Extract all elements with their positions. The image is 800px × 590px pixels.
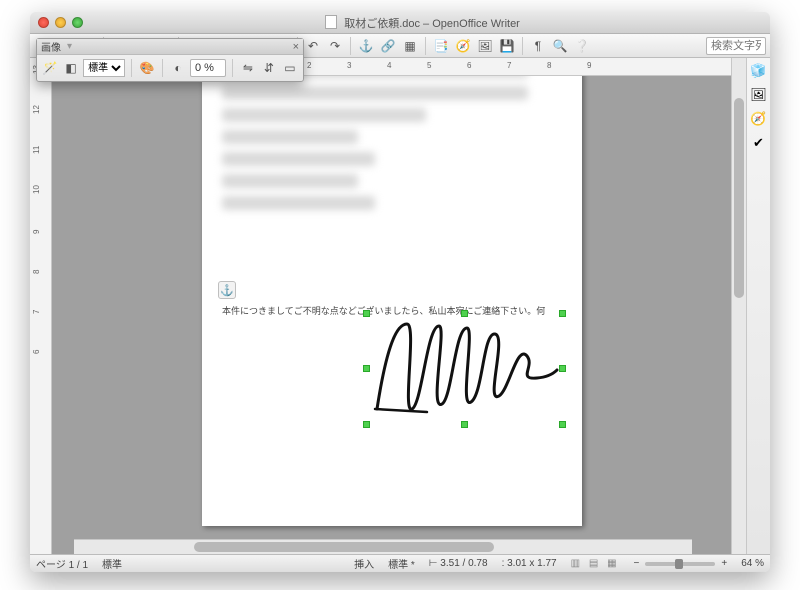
status-insert[interactable]: 挿入 [354, 556, 374, 571]
image-toolbar-title[interactable]: 画像 ▾ × [37, 39, 303, 55]
color-button[interactable]: 🎨 [138, 58, 156, 78]
status-zoom[interactable]: 64 % [741, 558, 764, 569]
status-coords1: ⊢ 3.51 / 0.78 [429, 558, 488, 569]
image-toolbar[interactable]: 画像 ▾ × 🪄 ◧ 標準 🎨 ◐ ⇋ ⇵ ▭ [36, 38, 304, 82]
styles-button[interactable]: 📑 [431, 36, 451, 56]
image-style-select[interactable]: 標準 [83, 59, 125, 77]
image-toolbar-row: 🪄 ◧ 標準 🎨 ◐ ⇋ ⇵ ▭ [37, 55, 303, 81]
page[interactable]: ⚓ 本件につきましてご不明な点などございましたら、私山本宛にご連絡下さい。何 [202, 76, 582, 526]
transparency-icon: ◐ [169, 58, 187, 78]
window-title-text: 取材ご依頼.doc – OpenOffice Writer [344, 18, 520, 30]
table-button[interactable]: ▦ [400, 36, 420, 56]
resize-handle[interactable] [559, 310, 566, 317]
transparency-input[interactable] [190, 59, 226, 77]
anchor-button[interactable]: ⚓ [356, 36, 376, 56]
vertical-ruler[interactable]: 13 12 11 10 9 8 7 6 [30, 58, 52, 554]
sidebar-check-icon[interactable]: ✔ [750, 134, 768, 152]
signature-graphic [367, 314, 562, 424]
resize-handle[interactable] [461, 310, 468, 317]
workarea: 13 12 11 10 9 8 7 6 2 1 1 2 3 4 5 6 7 8 … [30, 58, 770, 554]
resize-handle[interactable] [559, 421, 566, 428]
navigator-button[interactable]: 🧭 [453, 36, 473, 56]
help-button[interactable]: ❔ [572, 36, 592, 56]
hyperlink-button[interactable]: 🔗 [378, 36, 398, 56]
gallery-button[interactable]: 🖼 [475, 36, 495, 56]
zoom-icon[interactable] [72, 17, 83, 28]
status-coords2: : 3.01 x 1.77 [502, 558, 557, 569]
flip-v-button[interactable]: ⇵ [260, 58, 278, 78]
image-filter-button[interactable]: 🪄 [41, 58, 59, 78]
document-canvas[interactable]: ⚓ 本件につきましてご不明な点などございましたら、私山本宛にご連絡下さい。何 [52, 76, 731, 554]
datasources-button[interactable]: 💾 [497, 36, 517, 56]
sidebar-navigator-icon[interactable]: 🧭 [750, 110, 768, 128]
view-mode-icons[interactable]: ▥ ▤ ▦ [571, 558, 620, 569]
nonprinting-button[interactable]: ¶ [528, 36, 548, 56]
status-bar: ページ 1 / 1 標準 挿入 標準 * ⊢ 3.51 / 0.78 : 3.0… [30, 554, 770, 572]
close-icon[interactable] [38, 17, 49, 28]
app-window: 取材ご依頼.doc – OpenOffice Writer 📄 📂 💾 ✉️ 📕… [30, 12, 770, 572]
image-toolbar-title-text: 画像 [41, 39, 61, 54]
scroll-thumb[interactable] [194, 542, 494, 552]
anchor-icon[interactable]: ⚓ [218, 281, 236, 299]
resize-handle[interactable] [559, 365, 566, 372]
zoom-slider[interactable]: −+ [634, 558, 728, 569]
frame-props-button[interactable]: ▭ [281, 58, 299, 78]
document-icon [325, 15, 337, 29]
traffic-lights [38, 17, 83, 28]
status-style[interactable]: 標準 [102, 556, 122, 571]
close-icon[interactable]: × [293, 41, 299, 53]
minimize-icon[interactable] [55, 17, 66, 28]
blurred-content [222, 76, 562, 246]
sidebar-cube-icon[interactable]: 🧊 [750, 62, 768, 80]
grip-icon: ▾ [67, 41, 70, 52]
resize-handle[interactable] [461, 421, 468, 428]
resize-handle[interactable] [363, 310, 370, 317]
titlebar[interactable]: 取材ご依頼.doc – OpenOffice Writer [30, 12, 770, 34]
window-title: 取材ご依頼.doc – OpenOffice Writer [83, 15, 762, 31]
document-column: 2 1 1 2 3 4 5 6 7 8 9 ⚓ 本件につ [52, 58, 731, 554]
vertical-scrollbar[interactable] [731, 58, 746, 554]
undo-button[interactable]: ↶ [303, 36, 323, 56]
flip-h-button[interactable]: ⇋ [239, 58, 257, 78]
search-input[interactable] [706, 37, 766, 55]
status-mode[interactable]: 標準 * [388, 556, 415, 571]
resize-handle[interactable] [363, 365, 370, 372]
redo-button[interactable]: ↷ [325, 36, 345, 56]
signature-image[interactable] [367, 314, 562, 424]
image-mode-button[interactable]: ◧ [62, 58, 80, 78]
right-sidebar: 🧊 🖼 🧭 ✔ [746, 58, 770, 554]
scroll-thumb[interactable] [734, 98, 744, 298]
sidebar-gallery-icon[interactable]: 🖼 [750, 86, 768, 104]
horizontal-scrollbar[interactable] [74, 539, 692, 554]
resize-handle[interactable] [363, 421, 370, 428]
status-page: ページ 1 / 1 [36, 556, 88, 571]
zoom-button[interactable]: 🔍 [550, 36, 570, 56]
